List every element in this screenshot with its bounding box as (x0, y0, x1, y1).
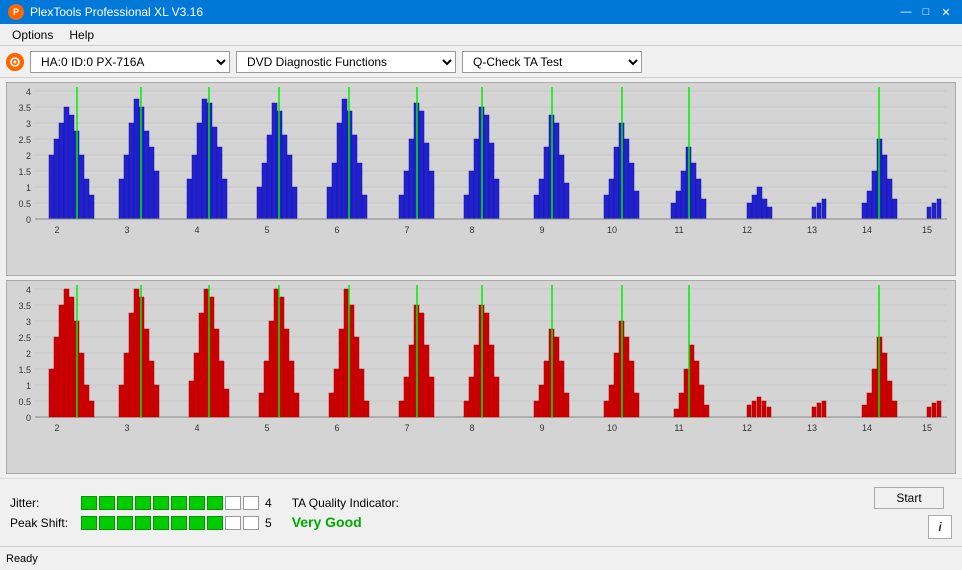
svg-text:3: 3 (26, 119, 31, 129)
svg-text:1: 1 (26, 381, 31, 391)
jitter-row: Jitter: 4 (10, 496, 272, 510)
svg-text:13: 13 (807, 423, 817, 433)
svg-text:1.5: 1.5 (18, 167, 31, 177)
menu-help[interactable]: Help (61, 26, 102, 44)
svg-text:1.5: 1.5 (18, 365, 31, 375)
svg-text:0: 0 (26, 215, 31, 225)
right-buttons: Start i (874, 487, 952, 539)
jitter-progress (81, 496, 259, 510)
svg-text:4: 4 (26, 87, 31, 97)
svg-text:2: 2 (54, 225, 59, 235)
menu-options[interactable]: Options (4, 26, 61, 44)
svg-text:12: 12 (742, 423, 752, 433)
peakshift-value: 5 (265, 516, 272, 530)
bottom-chart: 4 3.5 3 2.5 2 1.5 1 0.5 0 (6, 280, 956, 474)
svg-text:1: 1 (26, 183, 31, 193)
svg-text:3: 3 (124, 225, 129, 235)
svg-text:7: 7 (404, 423, 409, 433)
function-dropdown[interactable]: DVD Diagnostic Functions (236, 51, 456, 73)
svg-text:3: 3 (124, 423, 129, 433)
svg-text:3.5: 3.5 (18, 301, 31, 311)
svg-text:2.5: 2.5 (18, 135, 31, 145)
svg-text:2: 2 (26, 151, 31, 161)
svg-text:9: 9 (539, 423, 544, 433)
start-button[interactable]: Start (874, 487, 944, 509)
peakshift-label: Peak Shift: (10, 516, 75, 530)
svg-text:11: 11 (674, 423, 683, 433)
svg-text:3: 3 (26, 317, 31, 327)
svg-text:12: 12 (742, 225, 752, 235)
svg-text:2: 2 (26, 349, 31, 359)
info-button[interactable]: i (928, 515, 952, 539)
app-icon: P (8, 4, 24, 20)
svg-text:14: 14 (862, 225, 872, 235)
svg-text:6: 6 (334, 225, 339, 235)
svg-text:9: 9 (539, 225, 544, 235)
maximize-button[interactable]: □ (918, 4, 934, 20)
title-bar: P PlexTools Professional XL V3.16 — □ ✕ (0, 0, 962, 24)
peakshift-row: Peak Shift: 5 (10, 516, 272, 530)
top-chart: 4 3.5 3 2.5 2 1.5 1 0.5 0 (6, 82, 956, 276)
svg-text:10: 10 (607, 225, 617, 235)
svg-text:0: 0 (26, 413, 31, 423)
minimize-button[interactable]: — (898, 4, 914, 20)
svg-text:15: 15 (922, 423, 932, 433)
svg-text:8: 8 (469, 423, 474, 433)
status-bar: Ready (0, 546, 962, 570)
svg-text:4: 4 (194, 423, 199, 433)
menu-bar: Options Help (0, 24, 962, 46)
svg-text:14: 14 (862, 423, 872, 433)
svg-text:0.5: 0.5 (18, 397, 31, 407)
svg-text:5: 5 (264, 225, 269, 235)
svg-text:2.5: 2.5 (18, 333, 31, 343)
toolbar: HA:0 ID:0 PX-716A DVD Diagnostic Functio… (0, 46, 962, 78)
test-dropdown[interactable]: Q-Check TA Test (462, 51, 642, 73)
peakshift-progress (81, 516, 259, 530)
svg-text:0.5: 0.5 (18, 199, 31, 209)
svg-text:4: 4 (26, 285, 31, 295)
top-chart-svg: 4 3.5 3 2.5 2 1.5 1 0.5 0 (7, 83, 955, 275)
svg-text:6: 6 (334, 423, 339, 433)
device-dropdown[interactable]: HA:0 ID:0 PX-716A (30, 51, 230, 73)
svg-text:2: 2 (54, 423, 59, 433)
jitter-label: Jitter: (10, 496, 75, 510)
svg-text:7: 7 (404, 225, 409, 235)
svg-text:8: 8 (469, 225, 474, 235)
status-text: Ready (6, 553, 38, 565)
svg-text:15: 15 (922, 225, 932, 235)
device-icon (6, 53, 24, 71)
close-button[interactable]: ✕ (938, 4, 954, 20)
ta-quality-section: TA Quality Indicator: Very Good (292, 496, 399, 530)
svg-text:3.5: 3.5 (18, 103, 31, 113)
jitter-value: 4 (265, 496, 272, 510)
svg-text:10: 10 (607, 423, 617, 433)
ta-quality-value: Very Good (292, 514, 399, 530)
bottom-chart-svg: 4 3.5 3 2.5 2 1.5 1 0.5 0 (7, 281, 955, 473)
svg-text:5: 5 (264, 423, 269, 433)
svg-text:4: 4 (194, 225, 199, 235)
svg-text:11: 11 (674, 225, 683, 235)
svg-text:13: 13 (807, 225, 817, 235)
ta-quality-label: TA Quality Indicator: (292, 496, 399, 510)
window-title: PlexTools Professional XL V3.16 (30, 5, 203, 19)
